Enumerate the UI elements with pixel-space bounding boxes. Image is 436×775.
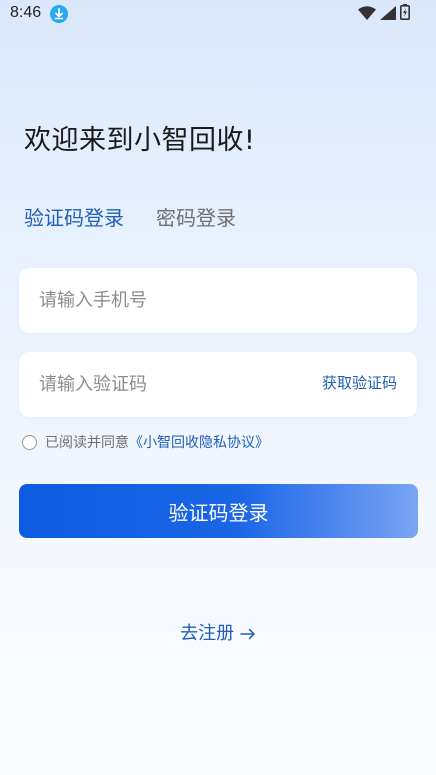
agreement-text: 已阅读并同意 bbox=[45, 435, 129, 451]
code-field-card: 获取验证码 bbox=[19, 352, 417, 417]
wifi-icon bbox=[358, 5, 376, 24]
register-link-label: 去注册 bbox=[180, 623, 235, 644]
privacy-policy-link[interactable]: 《小智回收隐私协议》 bbox=[129, 432, 269, 452]
agreement-row: 已阅读并同意 《小智回收隐私协议》 bbox=[22, 432, 269, 452]
arrow-right-icon bbox=[240, 623, 256, 644]
status-time: 8:46 bbox=[10, 4, 42, 21]
login-button[interactable]: 验证码登录 bbox=[19, 484, 418, 538]
battery-icon bbox=[400, 4, 410, 24]
phone-field-card bbox=[19, 268, 417, 333]
download-icon bbox=[50, 5, 68, 23]
tab-password-login[interactable]: 密码登录 bbox=[156, 202, 236, 231]
agreement-checkbox[interactable] bbox=[22, 434, 37, 450]
tab-sms-login[interactable]: 验证码登录 bbox=[24, 202, 124, 231]
verification-code-input[interactable] bbox=[39, 352, 299, 417]
status-icons bbox=[358, 4, 410, 24]
signal-icon bbox=[380, 5, 396, 24]
welcome-title: 欢迎来到小智回收! bbox=[24, 125, 256, 156]
status-bar: 8:46 bbox=[0, 0, 436, 30]
register-link[interactable]: 去注册 bbox=[0, 619, 436, 645]
get-code-button[interactable]: 获取验证码 bbox=[322, 352, 397, 414]
phone-input[interactable] bbox=[39, 268, 399, 333]
